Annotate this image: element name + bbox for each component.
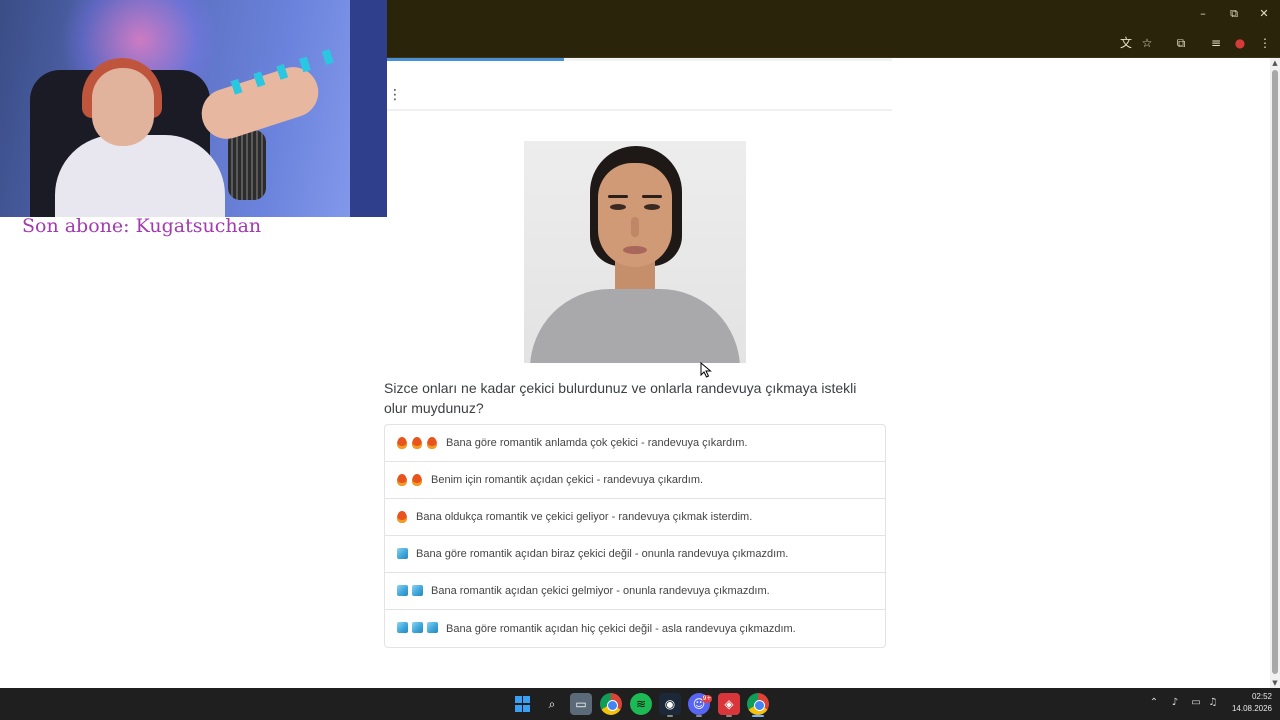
- webcam-streamer-head: [92, 68, 154, 146]
- portrait-brow-right: [642, 195, 662, 198]
- scroll-up-arrow-icon[interactable]: ▲: [1270, 58, 1280, 68]
- fire-rating-icons: [397, 436, 442, 450]
- media-queue-icon[interactable]: ≡: [1207, 34, 1225, 52]
- close-button[interactable]: ✕: [1250, 4, 1278, 24]
- start-windows-icon[interactable]: [512, 693, 534, 715]
- header-divider: [387, 109, 892, 111]
- answer-option-label: Benim için romantik açıdan çekici - rand…: [431, 474, 704, 486]
- file-explorer-icon[interactable]: ▭: [570, 693, 592, 715]
- answer-option-label: Bana romantik açıdan çekici gelmiyor - o…: [431, 585, 770, 597]
- webcam-overlay: [0, 0, 387, 217]
- ice-cube-icon: [412, 584, 423, 596]
- ice-cube-rating-icons: [397, 547, 412, 561]
- ice-cube-rating-icons: [397, 584, 427, 598]
- clock-time: 02:52: [1251, 692, 1272, 701]
- ice-cube-rating-icons: [397, 622, 442, 635]
- latest-subscriber-text: Son abone: Kugatsuchan: [22, 215, 262, 237]
- ice-cube-icon: [397, 622, 408, 633]
- steam-running-indicator: [667, 715, 673, 717]
- page-scrollbar[interactable]: ▲ ▼: [1270, 58, 1280, 688]
- microphone-icon[interactable]: ♪: [1168, 696, 1182, 710]
- profile-avatar-icon[interactable]: ●: [1231, 34, 1249, 52]
- fire-icon: [397, 436, 407, 449]
- app-running-indicator: [726, 715, 732, 717]
- scrollbar-thumb[interactable]: [1272, 70, 1278, 674]
- answer-option-label: Bana göre romantik anlamda çok çekici - …: [446, 437, 748, 449]
- ice-cube-icon: [427, 622, 438, 633]
- system-clock[interactable]: 02:52 14.08.2026: [1222, 691, 1272, 715]
- spotify-icon[interactable]: ≋: [630, 693, 652, 715]
- portrait-eye-left: [610, 204, 626, 210]
- chrome-active-icon[interactable]: [747, 693, 769, 715]
- ice-cube-icon: [397, 547, 408, 559]
- portrait-photo: [524, 141, 746, 363]
- answer-option[interactable]: Bana göre romantik anlamda çok çekici - …: [385, 425, 885, 462]
- answer-option[interactable]: Bana göre romantik açıdan biraz çekici d…: [385, 536, 885, 573]
- fire-icon: [397, 473, 407, 486]
- screen: – ⧉ ✕ 文 ☆ ⧉ ≡ ● ⋮ ⋮ Sizce onları ne kada…: [0, 0, 1280, 720]
- fire-icon: [412, 473, 422, 486]
- chrome-active-indicator: [752, 715, 764, 717]
- fire-rating-icons: [397, 510, 412, 524]
- kebab-menu-icon[interactable]: ⋮: [388, 86, 402, 104]
- network-icon[interactable]: ▭: [1189, 696, 1203, 710]
- steam-icon[interactable]: ◉: [659, 693, 681, 715]
- chrome-icon[interactable]: [600, 693, 622, 715]
- fire-rating-icons: [397, 473, 427, 487]
- scroll-down-arrow-icon[interactable]: ▼: [1270, 678, 1280, 688]
- search-icon[interactable]: ⌕: [541, 693, 563, 715]
- fire-icon: [427, 436, 437, 449]
- survey-question: Sizce onları ne kadar çekici bulurdunuz …: [384, 380, 857, 416]
- translate-icon[interactable]: 文: [1117, 34, 1135, 52]
- mouse-pointer-icon: [700, 362, 712, 378]
- fire-icon: [412, 436, 422, 449]
- ice-cube-icon: [397, 584, 408, 596]
- discord-notification-badge: 9+: [702, 695, 712, 703]
- webcam-curtain: [350, 0, 387, 217]
- answer-option-label: Bana göre romantik açıdan biraz çekici d…: [416, 548, 789, 560]
- survey-progress-fill: [387, 58, 564, 61]
- answer-options-list: Bana göre romantik anlamda çok çekici - …: [384, 424, 886, 648]
- portrait-brow-left: [608, 195, 628, 198]
- answer-option[interactable]: Bana romantik açıdan çekici gelmiyor - o…: [385, 573, 885, 610]
- bookmark-star-icon[interactable]: ☆: [1138, 34, 1156, 52]
- answer-option[interactable]: Benim için romantik açıdan çekici - rand…: [385, 462, 885, 499]
- minimize-button[interactable]: –: [1189, 4, 1217, 24]
- ice-cube-icon: [412, 622, 423, 633]
- answer-option[interactable]: Bana göre romantik açıdan hiç çekici değ…: [385, 610, 885, 647]
- webcam-streamer-body: [55, 135, 225, 217]
- portrait-eye-right: [644, 204, 660, 210]
- discord-running-indicator: [696, 715, 702, 717]
- fire-icon: [397, 510, 407, 523]
- webcam-microphone: [228, 130, 266, 200]
- browser-menu-icon[interactable]: ⋮: [1256, 34, 1274, 52]
- streaming-app-icon[interactable]: ◈: [718, 693, 740, 715]
- survey-progress-bar: [387, 58, 892, 61]
- volume-icon[interactable]: ♫: [1206, 696, 1220, 710]
- clock-date: 14.08.2026: [1231, 704, 1272, 713]
- answer-option[interactable]: Bana oldukça romantik ve çekici geliyor …: [385, 499, 885, 536]
- answer-option-label: Bana göre romantik açıdan hiç çekici değ…: [446, 622, 796, 635]
- portrait-shirt: [530, 289, 740, 363]
- extensions-puzzle-icon[interactable]: ⧉: [1172, 34, 1190, 52]
- tray-overflow-chevron-icon[interactable]: ⌃: [1147, 696, 1161, 710]
- answer-option-label: Bana oldukça romantik ve çekici geliyor …: [416, 511, 753, 523]
- portrait-nose: [631, 217, 639, 237]
- restore-button[interactable]: ⧉: [1220, 4, 1248, 24]
- portrait-lips: [623, 246, 647, 254]
